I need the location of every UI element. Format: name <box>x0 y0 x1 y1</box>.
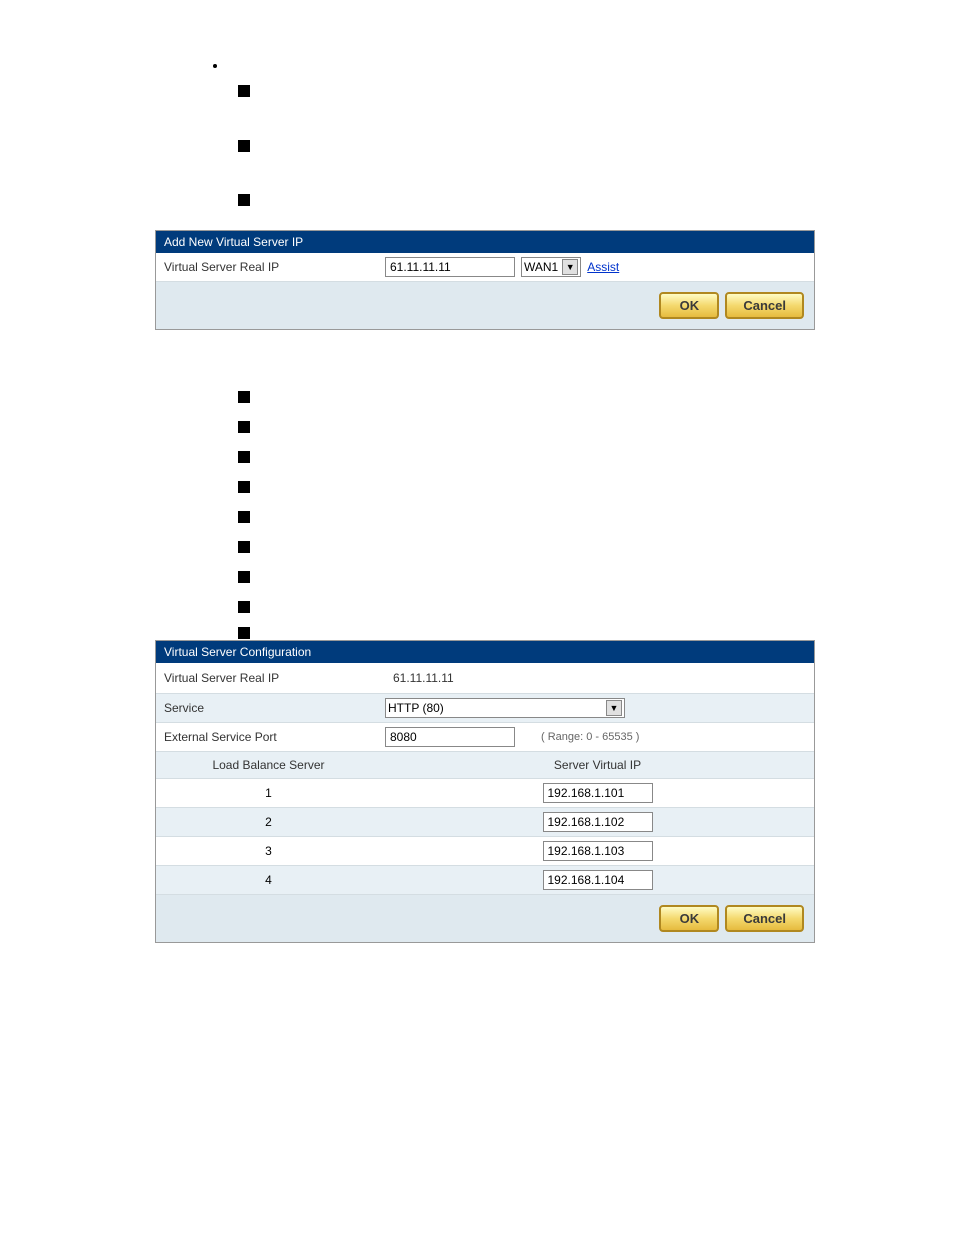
bullet-icon <box>238 571 250 583</box>
chevron-down-icon: ▼ <box>562 259 578 275</box>
table-row: 4 <box>156 866 814 895</box>
server-number: 2 <box>156 811 381 833</box>
ok-button[interactable]: OK <box>659 905 719 932</box>
add-virtual-server-panel: Add New Virtual Server IP Virtual Server… <box>155 230 815 330</box>
bullet-icon <box>238 601 250 613</box>
small-dot-icon <box>213 64 217 68</box>
bullet-icon <box>238 451 250 463</box>
bullet-icon <box>238 541 250 553</box>
service-select-value: HTTP (80) <box>388 701 444 715</box>
service-select[interactable]: HTTP (80) ▼ <box>385 698 625 718</box>
table-row: 1 <box>156 779 814 808</box>
bullet-icon <box>238 481 250 493</box>
virtual-server-config-panel: Virtual Server Configuration Virtual Ser… <box>155 640 815 943</box>
ok-button[interactable]: OK <box>659 292 719 319</box>
service-label: Service <box>156 697 381 719</box>
bullet-icon <box>238 140 250 152</box>
panel-title: Add New Virtual Server IP <box>156 231 814 253</box>
virtual-server-ip-input[interactable] <box>385 257 515 277</box>
bullet-icon <box>238 391 250 403</box>
virtual-server-real-ip-label: Virtual Server Real IP <box>156 256 381 278</box>
chevron-down-icon: ▼ <box>606 700 622 716</box>
server-number: 4 <box>156 869 381 891</box>
external-port-input[interactable] <box>385 727 515 747</box>
table-row: 3 <box>156 837 814 866</box>
real-ip-value: 61.11.11.11 <box>385 667 462 689</box>
server-number: 1 <box>156 782 381 804</box>
wan-select[interactable]: WAN1 ▼ <box>521 257 581 277</box>
load-balance-header: Load Balance Server <box>156 752 381 778</box>
server-ip-input[interactable] <box>543 812 653 832</box>
cancel-button[interactable]: Cancel <box>725 905 804 932</box>
external-port-label: External Service Port <box>156 726 381 748</box>
server-ip-input[interactable] <box>543 870 653 890</box>
bullet-icon <box>238 421 250 433</box>
assist-link[interactable]: Assist <box>587 260 619 274</box>
port-range-hint: ( Range: 0 - 65535 ) <box>541 731 639 743</box>
bullet-icon <box>238 627 250 639</box>
server-ip-input[interactable] <box>543 783 653 803</box>
server-virtual-ip-header: Server Virtual IP <box>381 752 814 778</box>
table-row: 2 <box>156 808 814 837</box>
cancel-button[interactable]: Cancel <box>725 292 804 319</box>
wan-select-value: WAN1 <box>524 260 558 274</box>
server-number: 3 <box>156 840 381 862</box>
server-ip-input[interactable] <box>543 841 653 861</box>
bullet-icon <box>238 511 250 523</box>
bullet-icon <box>238 85 250 97</box>
bullet-icon <box>238 194 250 206</box>
real-ip-label: Virtual Server Real IP <box>156 667 381 689</box>
panel-title: Virtual Server Configuration <box>156 641 814 663</box>
